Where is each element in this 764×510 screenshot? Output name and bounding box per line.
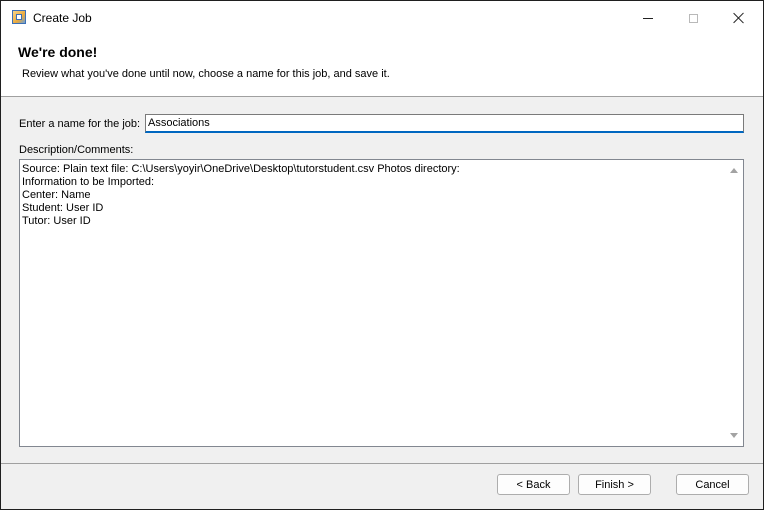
description-text: Source: Plain text file: C:\Users\yoyir\… <box>22 163 722 228</box>
cancel-button[interactable]: Cancel <box>676 474 749 495</box>
back-button[interactable]: < Back <box>497 474 570 495</box>
description-line: Center: Name <box>22 189 91 201</box>
close-icon <box>733 12 745 24</box>
scroll-down-arrow-icon[interactable] <box>730 433 738 438</box>
job-name-input[interactable] <box>145 114 744 133</box>
page-title: We're done! <box>18 44 98 60</box>
minimize-icon <box>643 17 653 19</box>
minimize-button[interactable] <box>625 1 671 35</box>
create-job-dialog: Create Job We're done! Review what you'v… <box>0 0 764 510</box>
scroll-up-arrow-icon[interactable] <box>730 168 738 173</box>
finish-button[interactable]: Finish > <box>578 474 651 495</box>
wizard-header: We're done! Review what you've done unti… <box>1 35 763 97</box>
app-wizard-icon <box>12 10 26 24</box>
window-title: Create Job <box>33 11 92 25</box>
description-line: Source: Plain text file: C:\Users\yoyir\… <box>22 163 460 175</box>
description-line: Information to be Imported: <box>22 176 155 188</box>
title-bar[interactable]: Create Job <box>1 1 763 35</box>
description-scrollbar[interactable] <box>726 160 743 446</box>
description-label: Description/Comments: <box>19 144 134 156</box>
job-name-label: Enter a name for the job: <box>19 118 141 130</box>
maximize-icon <box>688 13 698 23</box>
description-line: Tutor: User ID <box>22 215 91 227</box>
description-line: Student: User ID <box>22 202 104 214</box>
page-subtitle: Review what you've done until now, choos… <box>22 68 390 80</box>
maximize-button[interactable] <box>670 1 716 35</box>
description-textarea[interactable]: Source: Plain text file: C:\Users\yoyir\… <box>19 159 744 447</box>
footer-divider <box>1 463 763 464</box>
close-button[interactable] <box>716 1 762 35</box>
